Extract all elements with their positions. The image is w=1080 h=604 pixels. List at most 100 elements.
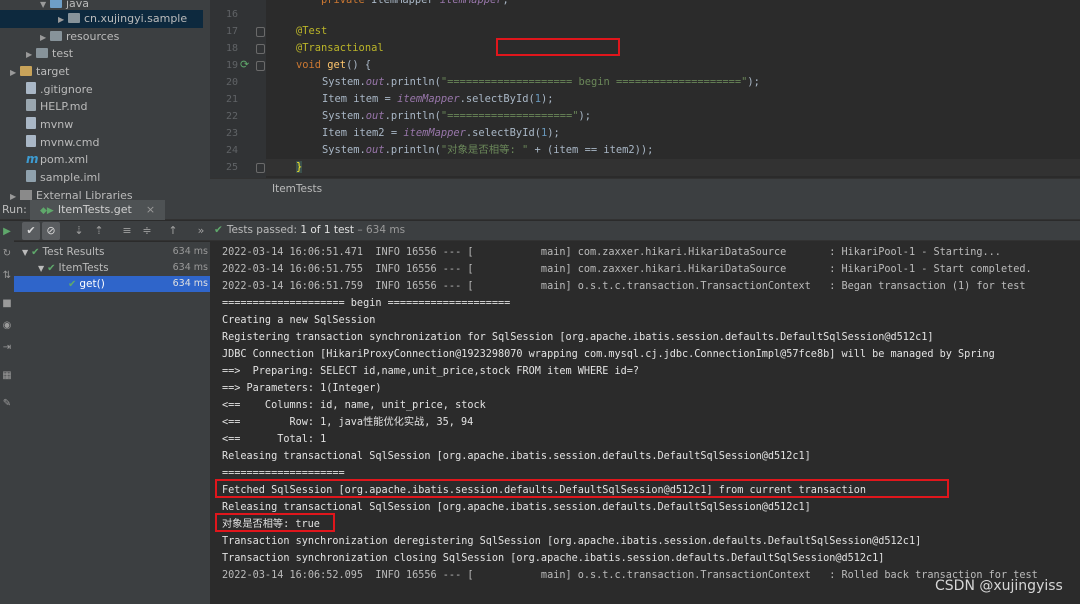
run-tab-itemtests-get[interactable]: ◆▶ ItemTests.get ×	[30, 200, 166, 220]
console-line: <== Row: 1, java性能优化实战, 35, 94	[222, 417, 474, 428]
test-results-tree: ▼ ✔ Test Results 634 ms ▼ ✔ ItemTests 634 ms ✔…	[14, 242, 210, 604]
show-passed-toggle[interactable]: ✔	[22, 222, 40, 240]
console-line: ==================== begin =============…	[222, 298, 511, 309]
rerun-failed-icon[interactable]: ↻	[0, 247, 14, 261]
run-config-icon: ◆▶	[40, 206, 54, 216]
check-icon: ✔	[214, 224, 223, 236]
close-icon[interactable]: ×	[146, 203, 155, 216]
sort-alpha-icon[interactable]: ⇣	[70, 222, 88, 240]
fold-marker-icon[interactable]	[256, 44, 265, 54]
tree-item-gitignore[interactable]: .gitignore	[26, 81, 93, 99]
chevron-right-icon[interactable]: ▶	[10, 188, 20, 200]
line-number: 24	[225, 145, 238, 156]
console-line: <== Total: 1	[222, 434, 327, 445]
test-node-itemtests[interactable]: ▼ ✔ ItemTests 634 ms	[14, 260, 210, 276]
line-number: 23	[225, 128, 238, 139]
line-number: 21	[225, 94, 238, 105]
highlight-box-equal	[215, 513, 335, 532]
code-line-25: }	[296, 161, 303, 173]
watermark: CSDN @xujingyiss	[935, 578, 1063, 594]
line-number: 25	[225, 162, 238, 173]
chevron-right-icon[interactable]: ▶	[10, 64, 20, 82]
chevron-down-icon[interactable]: ▼	[38, 264, 44, 273]
fold-marker-icon[interactable]	[256, 27, 265, 37]
collapse-all-icon[interactable]: ≑	[138, 222, 156, 240]
folder-icon	[50, 0, 62, 8]
code-line-19: void get() {	[296, 59, 372, 71]
tree-item-package[interactable]: ▶ cn.xujingyi.sample	[0, 10, 203, 28]
iml-icon	[26, 170, 36, 182]
run-toolwindow-header: Run: ◆▶ ItemTests.get ×	[0, 200, 1080, 220]
console-line: 2022-03-14 16:06:51.759 INFO 16556 --- […	[222, 281, 1026, 292]
test-runner-toolbar: ✔ ⊘ ⇣ ⇡ ≡ ≑ ↑ » ✔ Tests passed: 1 of 1 te…	[14, 221, 1080, 241]
file-icon	[26, 135, 36, 147]
project-tree: ▼ java ▶ cn.xujingyi.sample ▶ resources ▶ te…	[0, 0, 210, 200]
test-status: ✔ Tests passed: 1 of 1 test – 634 ms	[214, 224, 406, 236]
code-editor[interactable]: 16 17 18 19 20 21 22 23 24 25 ⟳ private …	[210, 0, 1080, 178]
highlight-box-transactional	[496, 38, 620, 56]
expand-all-icon[interactable]: ≡	[118, 222, 136, 240]
project-scrollbar[interactable]	[203, 0, 210, 200]
editor-breadcrumb[interactable]: ItemTests	[272, 183, 322, 195]
console-line: Registering transaction synchronization …	[222, 332, 934, 343]
show-ignored-toggle[interactable]: ⊘	[42, 222, 60, 240]
camera-icon[interactable]: ◉	[0, 319, 14, 333]
package-icon	[68, 13, 80, 23]
check-icon: ✔	[68, 279, 77, 290]
sort-duration-icon[interactable]: ⇡	[90, 222, 108, 240]
test-node-results[interactable]: ▼ ✔ Test Results 634 ms	[14, 244, 210, 260]
toggle-auto-test-icon[interactable]: ⇅	[0, 269, 14, 283]
tree-item-mvnw[interactable]: mvnw	[26, 116, 73, 134]
line-number: 22	[225, 111, 238, 122]
fold-marker-icon[interactable]	[256, 61, 265, 71]
export-icon[interactable]: ⇥	[0, 341, 14, 355]
code-line-21: Item item = itemMapper.selectById(1);	[322, 93, 554, 105]
chevron-right-icon[interactable]: ▶	[26, 46, 36, 64]
code-line-22: System.out.println("====================…	[322, 110, 592, 122]
line-number: 20	[225, 77, 238, 88]
line-number: 16	[225, 9, 238, 20]
stop-icon[interactable]: ■	[0, 297, 14, 311]
pin-icon[interactable]: ✎	[0, 397, 14, 411]
folder-icon	[50, 31, 62, 41]
tree-item-resources[interactable]: ▶ resources	[40, 28, 119, 46]
console-line: Releasing transactional SqlSession [org.…	[222, 451, 811, 462]
console-line: Transaction synchronization deregisterin…	[222, 536, 922, 547]
console-line: Transaction synchronization closing SqlS…	[222, 553, 885, 564]
code-line-20: System.out.println("====================…	[322, 76, 760, 88]
run-test-gutter-icon[interactable]: ⟳	[240, 58, 249, 71]
markdown-icon	[26, 99, 36, 111]
file-icon	[26, 117, 36, 129]
line-number: 19	[225, 60, 238, 71]
tree-item-help-md[interactable]: HELP.md	[26, 98, 87, 116]
console-output[interactable]: 2022-03-14 16:06:51.471 INFO 16556 --- […	[210, 242, 1080, 604]
highlight-box-fetched	[215, 479, 949, 498]
layout-icon[interactable]: ▦	[0, 369, 14, 383]
current-line-highlight	[266, 159, 1080, 176]
console-line: ==> Preparing: SELECT id,name,unit_price…	[222, 366, 640, 377]
line-number: 17	[225, 26, 238, 37]
console-line: 2022-03-14 16:06:51.471 INFO 16556 --- […	[222, 247, 1001, 258]
code-line-18: @Transactional	[296, 42, 384, 54]
tree-item-test[interactable]: ▶ test	[26, 45, 73, 63]
tree-item-target[interactable]: ▶ target	[10, 63, 69, 81]
maven-icon: m	[26, 152, 39, 166]
more-icon[interactable]: »	[192, 222, 210, 240]
folder-icon	[20, 66, 32, 76]
file-icon	[26, 82, 36, 94]
code-line-24: System.out.println("对象是否相等: " + (item ==…	[322, 144, 654, 156]
tree-item-sample-iml[interactable]: sample.iml	[26, 169, 100, 187]
console-line: JDBC Connection [HikariProxyConnection@1…	[222, 349, 995, 360]
code-line-16: private ItemMapper itemMapper;	[296, 0, 509, 6]
check-icon: ✔	[47, 263, 56, 274]
test-node-get[interactable]: ✔ get() 634 ms	[14, 276, 210, 292]
tree-item-mvnw-cmd[interactable]: mvnw.cmd	[26, 134, 99, 152]
rerun-icon[interactable]: ▶	[0, 225, 14, 239]
fold-marker-icon[interactable]	[256, 163, 265, 173]
chevron-right-icon[interactable]: ▶	[58, 11, 68, 29]
previous-test-icon[interactable]: ↑	[164, 222, 182, 240]
tree-item-pom-xml[interactable]: mpom.xml	[26, 151, 88, 169]
tree-item-external-libraries[interactable]: ▶ External Libraries	[10, 187, 133, 200]
chevron-down-icon[interactable]: ▼	[22, 248, 28, 257]
run-label: Run:	[2, 203, 27, 216]
